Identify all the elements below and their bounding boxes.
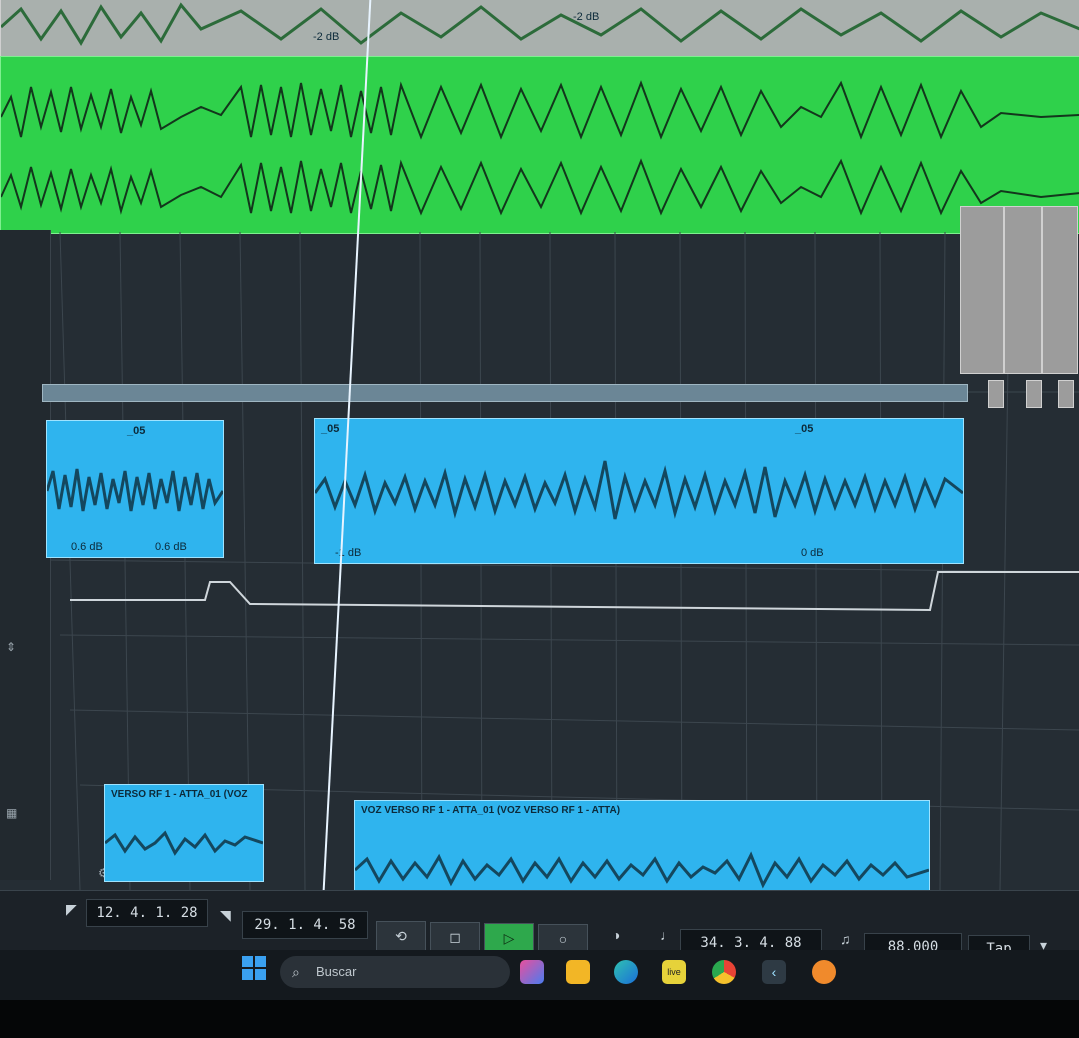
transport-bar: ◤ 12. 4. 1. 28 ◥ 29. 1. 4. 58 ⟲ ◻ ▷ ○ ◑ … [0,890,1079,963]
play-button[interactable]: ▷ [484,923,534,953]
search-placeholder: Buscar [316,964,357,979]
punch-icon[interactable]: ◑ [612,927,620,943]
small-clip-3[interactable] [1042,206,1078,374]
small-clip-5[interactable] [1026,380,1042,408]
updown-icon[interactable]: ⇕ [6,640,16,654]
track-headers [0,230,51,880]
copilot-icon[interactable] [520,960,544,984]
clip-name: _05 [795,423,814,435]
left-locator-field[interactable]: 12. 4. 1. 28 [86,899,208,927]
clip-gain: 0.6 dB [155,541,187,553]
vocal-clip-main-waveform [355,851,929,889]
note-icon[interactable]: ♩ [660,927,674,943]
small-clip-4[interactable] [988,380,1004,408]
vocal-clip-left-waveform [105,830,263,856]
cubase-icon[interactable]: ‹ [762,960,786,984]
region-strip[interactable] [42,384,968,402]
blue-clip-left-waveform [47,468,223,512]
windows-start-icon[interactable] [242,956,266,980]
right-locator-icon[interactable]: ◥ [220,907,231,924]
right-locator-field[interactable]: 29. 1. 4. 58 [242,911,368,939]
windows-taskbar: ⌕ Buscar live ‹ [0,950,1079,1000]
taskbar-search[interactable]: ⌕ Buscar [280,956,510,988]
tempo-mode-icon[interactable]: ♫ [840,931,851,947]
clip-name: _05 [321,423,340,435]
stop-button[interactable]: ◻ [430,922,480,952]
fl-studio-icon[interactable] [812,960,836,984]
left-locator-icon[interactable]: ◤ [66,901,77,918]
small-clip-1[interactable] [960,206,1004,374]
automation-lane[interactable] [70,560,1079,640]
file-explorer-icon[interactable] [566,960,590,984]
vocal-clip-left[interactable]: VERSO RF 1 - ATTA_01 (VOZ [104,784,264,882]
clip-gain: -1 dB [335,547,362,559]
search-icon: ⌕ [292,964,300,980]
clip-gain: 0 dB [801,547,824,559]
clip-name: VERSO RF 1 - ATTA_01 (VOZ [111,789,248,800]
clip-gain: 0.6 dB [71,541,103,553]
clip-name: VOZ VERSO RF 1 - ATTA_01 (VOZ VERSO RF 1… [361,805,621,816]
small-clip-2[interactable] [1004,206,1042,374]
monitor-bezel [0,1000,1079,1038]
daw-window: -2 dB -2 dB ⇕ ▦ _05 0.6 dB 0.6 dB _05 _0… [0,0,1079,1000]
clip-name: _05 [127,425,146,437]
arrangement-view[interactable]: -2 dB -2 dB ⇕ ▦ _05 0.6 dB 0.6 dB _05 _0… [0,0,1079,920]
track-menu-icon[interactable]: ▦ [6,806,17,820]
loop-button[interactable]: ⟲ [376,921,426,951]
blue-clip-left[interactable]: _05 0.6 dB 0.6 dB [46,420,224,558]
chrome-icon[interactable] [712,960,736,984]
small-clip-6[interactable] [1058,380,1074,408]
live-app-icon[interactable]: live [662,960,686,984]
edge-icon[interactable] [614,960,638,984]
blue-clip-main-waveform [315,460,963,520]
blue-clip-main[interactable]: _05 _05 -1 dB 0 dB [314,418,964,564]
